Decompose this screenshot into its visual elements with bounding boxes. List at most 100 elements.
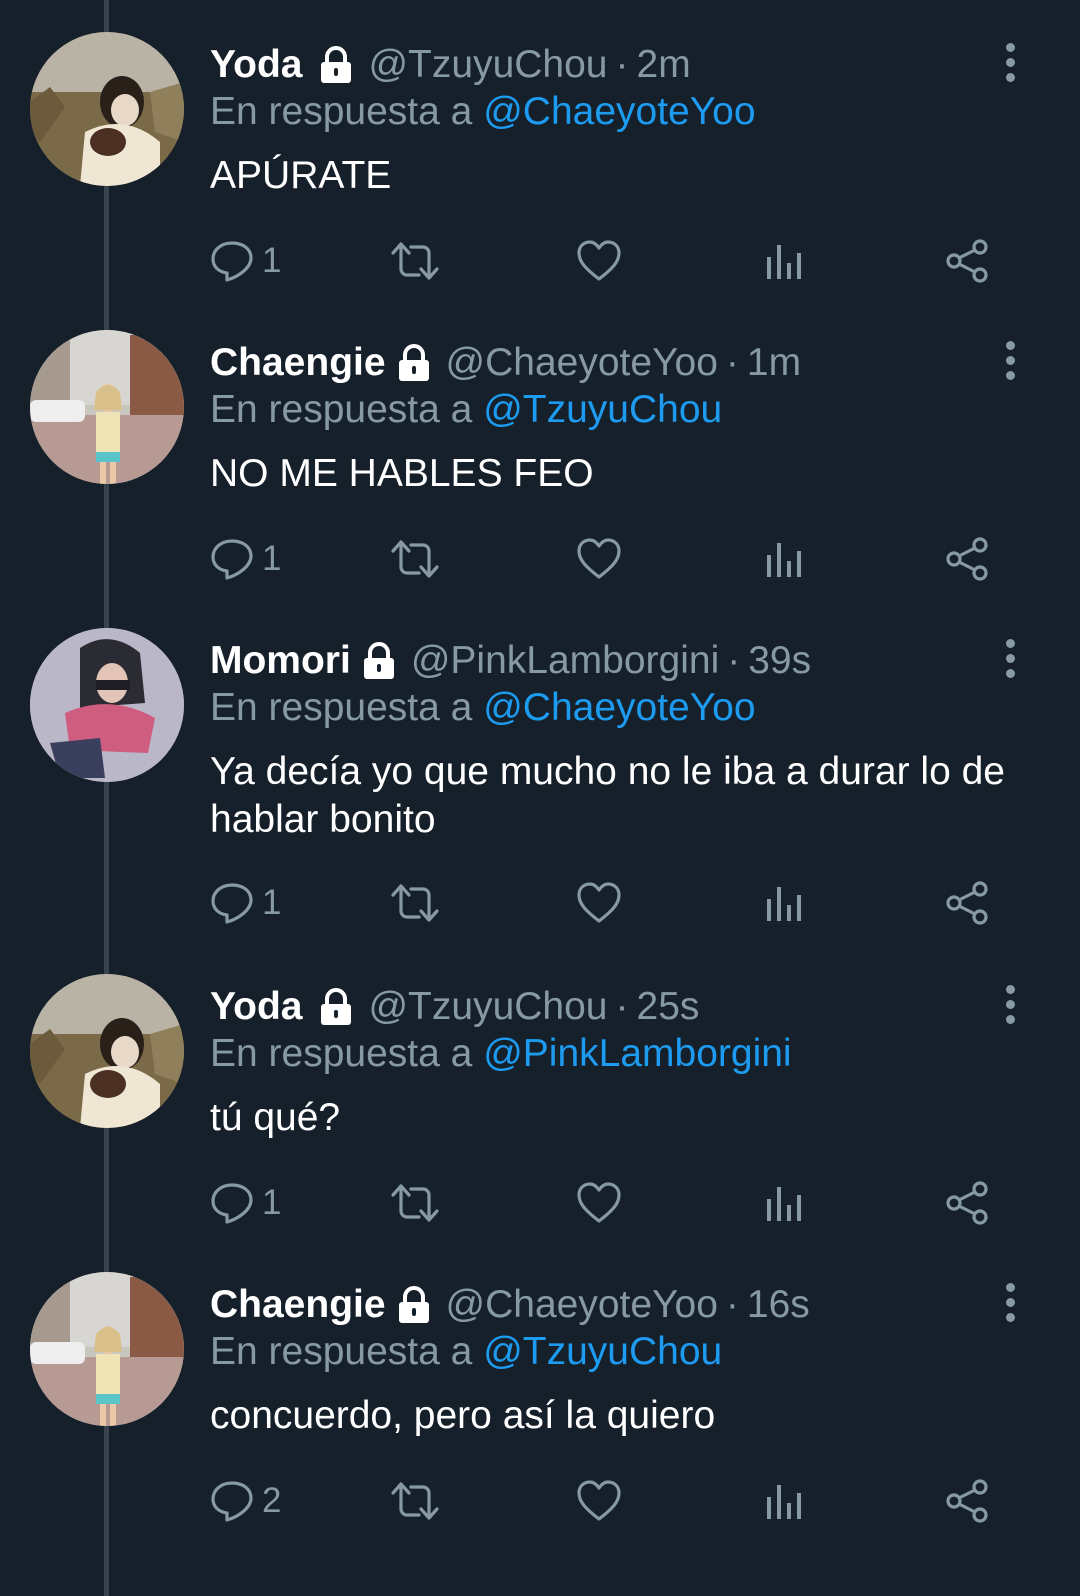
avatar[interactable] [30, 330, 184, 484]
views-button[interactable] [764, 236, 804, 286]
share-icon [944, 880, 990, 926]
timestamp[interactable]: 16s [747, 1283, 810, 1327]
like-button[interactable] [576, 1178, 622, 1228]
retweet-icon [388, 537, 442, 581]
lock-icon [359, 641, 399, 681]
reply-to-link[interactable]: @PinkLamborgini [483, 1032, 791, 1075]
user-handle[interactable]: @TzuyuChou [368, 985, 607, 1029]
timestamp[interactable]: 2m [637, 43, 691, 87]
more-vertical-icon[interactable] [1003, 985, 1017, 1025]
reply-prefix: En respuesta a [210, 90, 473, 133]
display-name[interactable]: Yoda [210, 985, 302, 1029]
display-name[interactable]: Yoda [210, 43, 302, 87]
retweet-icon [388, 881, 442, 925]
tweet[interactable]: Chaengie @ChaeyoteYoo · 1m En respuesta … [0, 298, 1080, 598]
display-name[interactable]: Chaengie [210, 341, 386, 385]
tweet-header: Chaengie @ChaeyoteYoo · 16s [210, 1280, 810, 1330]
reply-to-link[interactable]: @TzuyuChou [483, 388, 722, 431]
tweet[interactable]: Yoda @TzuyuChou · 25s En respuesta a @Pi… [0, 942, 1080, 1242]
reply-context: En respuesta a @TzuyuChou [210, 388, 722, 432]
reply-to-link[interactable]: @ChaeyoteYoo [483, 90, 755, 133]
like-button[interactable] [576, 1476, 622, 1526]
like-button[interactable] [576, 236, 622, 286]
tweet-actions: 1 [210, 236, 1010, 286]
more-vertical-icon[interactable] [1003, 43, 1017, 83]
display-name[interactable]: Momori [210, 639, 351, 683]
lock-icon [316, 987, 356, 1027]
user-handle[interactable]: @ChaeyoteYoo [446, 341, 718, 385]
share-icon [944, 1180, 990, 1226]
reply-context: En respuesta a @TzuyuChou [210, 1330, 722, 1374]
reply-count: 1 [262, 883, 282, 922]
views-button[interactable] [764, 534, 804, 584]
tweet[interactable]: Chaengie @ChaeyoteYoo · 16s En respuesta… [0, 1240, 1080, 1540]
user-handle[interactable]: @TzuyuChou [368, 43, 607, 87]
retweet-button[interactable] [388, 1476, 442, 1526]
avatar[interactable] [30, 974, 184, 1128]
like-button[interactable] [576, 878, 622, 928]
heart-icon [576, 1181, 622, 1225]
tweet-actions: 2 [210, 1476, 1010, 1526]
views-icon [764, 1181, 804, 1225]
reply-to-link[interactable]: @ChaeyoteYoo [483, 686, 755, 729]
retweet-button[interactable] [388, 236, 442, 286]
share-button[interactable] [944, 236, 990, 286]
share-button[interactable] [944, 534, 990, 584]
reply-button[interactable]: 1 [210, 878, 281, 928]
reply-button[interactable]: 1 [210, 236, 281, 286]
reply-icon [210, 537, 254, 581]
user-handle[interactable]: @ChaeyoteYoo [446, 1283, 718, 1327]
reply-to-link[interactable]: @TzuyuChou [483, 1330, 722, 1373]
tweet-text: concuerdo, pero así la quiero [210, 1394, 716, 1437]
separator-dot: · [727, 639, 741, 682]
reply-button[interactable]: 1 [210, 1178, 281, 1228]
avatar[interactable] [30, 628, 184, 782]
more-vertical-icon[interactable] [1003, 1283, 1017, 1323]
retweet-icon [388, 1479, 442, 1523]
avatar[interactable] [30, 32, 184, 186]
reply-prefix: En respuesta a [210, 1330, 473, 1373]
share-button[interactable] [944, 878, 990, 928]
reply-icon [210, 881, 254, 925]
separator-dot: · [615, 43, 629, 86]
timestamp[interactable]: 39s [748, 639, 811, 683]
retweet-button[interactable] [388, 878, 442, 928]
reply-prefix: En respuesta a [210, 1032, 473, 1075]
heart-icon [576, 881, 622, 925]
like-button[interactable] [576, 534, 622, 584]
lock-icon [394, 1285, 434, 1325]
views-button[interactable] [764, 878, 804, 928]
reply-prefix: En respuesta a [210, 686, 473, 729]
reply-icon [210, 1479, 254, 1523]
reply-context: En respuesta a @ChaeyoteYoo [210, 686, 756, 730]
retweet-button[interactable] [388, 534, 442, 584]
tweet-header: Momori @PinkLamborgini · 39s [210, 636, 811, 686]
tweet-actions: 1 [210, 1178, 1010, 1228]
share-icon [944, 1478, 990, 1524]
tweet[interactable]: Yoda @TzuyuChou · 2m En respuesta a @Cha… [0, 0, 1080, 300]
views-button[interactable] [764, 1476, 804, 1526]
timestamp[interactable]: 25s [637, 985, 700, 1029]
retweet-icon [388, 239, 442, 283]
share-button[interactable] [944, 1476, 990, 1526]
retweet-button[interactable] [388, 1178, 442, 1228]
share-button[interactable] [944, 1178, 990, 1228]
tweet-header: Chaengie @ChaeyoteYoo · 1m [210, 338, 801, 388]
reply-count: 1 [262, 539, 282, 578]
separator-dot: · [725, 1283, 739, 1326]
reply-context: En respuesta a @ChaeyoteYoo [210, 90, 756, 134]
lock-icon [394, 343, 434, 383]
views-button[interactable] [764, 1178, 804, 1228]
reply-count: 2 [262, 1481, 282, 1520]
timestamp[interactable]: 1m [747, 341, 801, 385]
reply-button[interactable]: 1 [210, 534, 281, 584]
tweet[interactable]: Momori @PinkLamborgini · 39s En respuest… [0, 596, 1080, 946]
reply-icon [210, 239, 254, 283]
reply-button[interactable]: 2 [210, 1476, 281, 1526]
avatar[interactable] [30, 1272, 184, 1426]
display-name[interactable]: Chaengie [210, 1283, 386, 1327]
more-vertical-icon[interactable] [1003, 341, 1017, 381]
more-vertical-icon[interactable] [1003, 639, 1017, 679]
user-handle[interactable]: @PinkLamborgini [411, 639, 719, 683]
views-icon [764, 881, 804, 925]
